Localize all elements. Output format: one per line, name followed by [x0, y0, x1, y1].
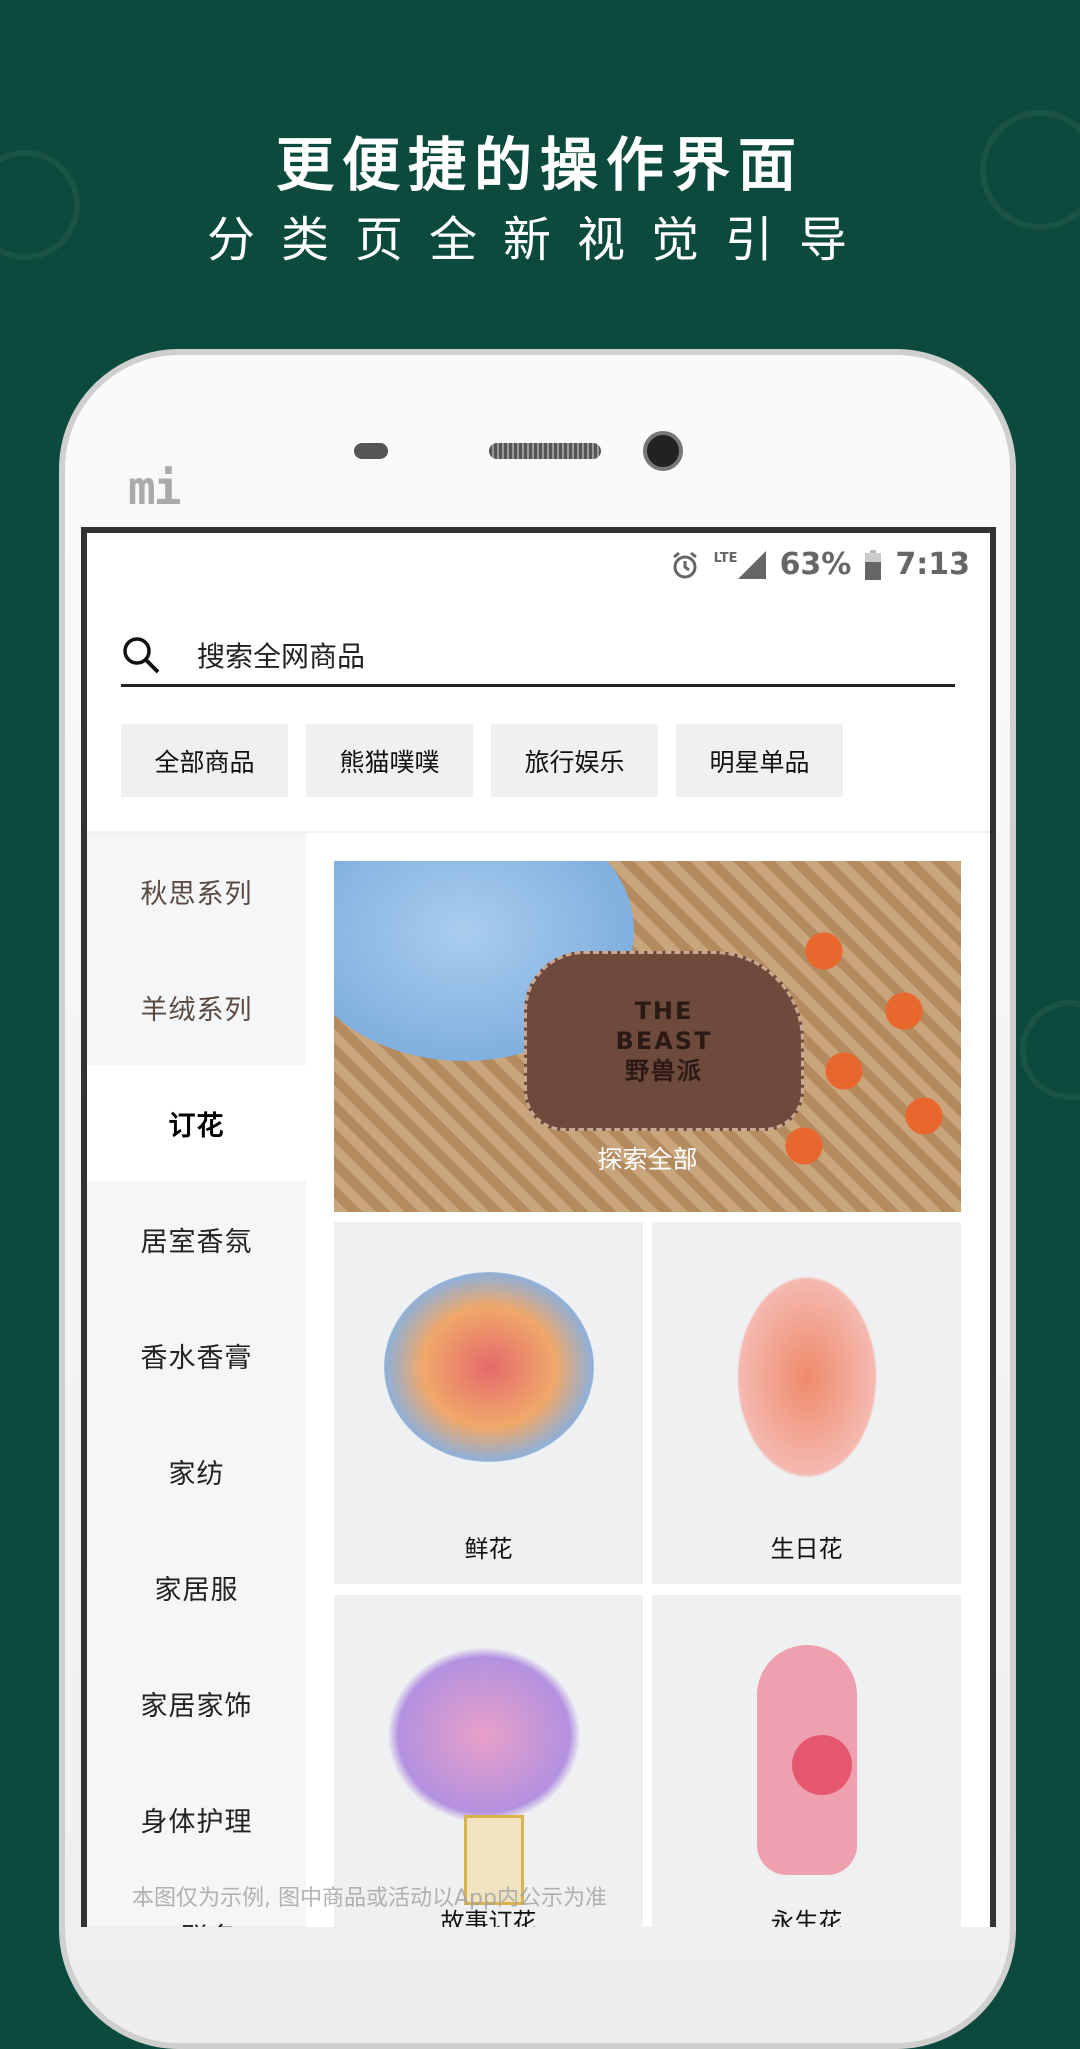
chip-panda[interactable]: 熊猫噗噗 — [306, 724, 473, 797]
category-card-fresh-flowers[interactable]: 鲜花 — [334, 1222, 643, 1584]
brand-tag-text: THE BEAST 野兽派 — [615, 997, 713, 1085]
category-sidebar: 秋思系列 羊绒系列 订花 居室香氛 香水香膏 家纺 家居服 家居家饰 身体护理 … — [87, 833, 306, 1927]
product-image — [384, 1272, 594, 1462]
sidebar-item-selected[interactable]: 订花 — [87, 1065, 306, 1181]
app-screen: LTE 63% 7:13 搜索全网商品 全部商品 熊猫噗噗 旅行娱乐 明星单品 … — [81, 527, 996, 1927]
card-label: 鲜花 — [464, 1535, 513, 1563]
brand-tag-image: THE BEAST 野兽派 — [524, 951, 804, 1131]
chip-star[interactable]: 明星单品 — [676, 724, 843, 797]
search-placeholder: 搜索全网商品 — [197, 639, 366, 673]
sidebar-item[interactable]: 香水香膏 — [87, 1297, 306, 1413]
product-image — [374, 1635, 594, 1835]
sidebar-item[interactable]: 居室香氛 — [87, 1181, 306, 1297]
headline-title: 更便捷的操作界面 — [275, 131, 804, 199]
battery-percent: 63% — [779, 547, 852, 582]
category-card-preserved[interactable]: 永生花 — [652, 1595, 961, 1927]
explore-all-banner[interactable]: THE BEAST 野兽派 探索全部 — [334, 861, 961, 1212]
category-card-birthday[interactable]: 生日花 — [652, 1222, 961, 1584]
status-bar: LTE 63% 7:13 — [670, 547, 970, 582]
category-card-story[interactable]: 故事订花 — [334, 1595, 643, 1927]
sidebar-item[interactable]: 身体护理 — [87, 1761, 306, 1877]
chip-all[interactable]: 全部商品 — [121, 724, 288, 797]
sidebar-item[interactable]: 家居家饰 — [87, 1645, 306, 1761]
brand-logo: mi — [128, 461, 181, 515]
background-pattern — [1020, 1000, 1080, 1100]
rose-image — [792, 1735, 852, 1795]
disclaimer: 本图仅为示例, 图中商品或活动以App内公示为准 — [132, 1886, 607, 1911]
headline-subtitle: 分类页全新视觉引导 — [206, 212, 873, 268]
card-label: 生日花 — [770, 1535, 843, 1563]
banner-label: 探索全部 — [597, 1145, 698, 1174]
category-chips: 全部商品 熊猫噗噗 旅行娱乐 明星单品 — [121, 724, 843, 797]
sidebar-item[interactable]: 家纺 — [87, 1413, 306, 1529]
speaker — [489, 443, 601, 459]
alarm-icon — [672, 551, 697, 578]
battery-icon — [865, 549, 882, 580]
chip-travel[interactable]: 旅行娱乐 — [491, 724, 658, 797]
sensor — [354, 443, 388, 459]
card-label: 永生花 — [770, 1908, 843, 1927]
network-type: LTE — [713, 550, 738, 566]
search-input[interactable]: 搜索全网商品 — [121, 625, 955, 687]
sidebar-item[interactable]: 秋思系列 — [87, 833, 306, 949]
clock: 7:13 — [895, 547, 970, 582]
search-icon — [123, 636, 160, 673]
signal-icon: LTE — [713, 550, 766, 579]
sidebar-item[interactable]: 家居服 — [87, 1529, 306, 1645]
product-image — [727, 1262, 887, 1492]
sidebar-item[interactable]: 羊绒系列 — [87, 949, 306, 1065]
front-camera — [643, 431, 683, 471]
